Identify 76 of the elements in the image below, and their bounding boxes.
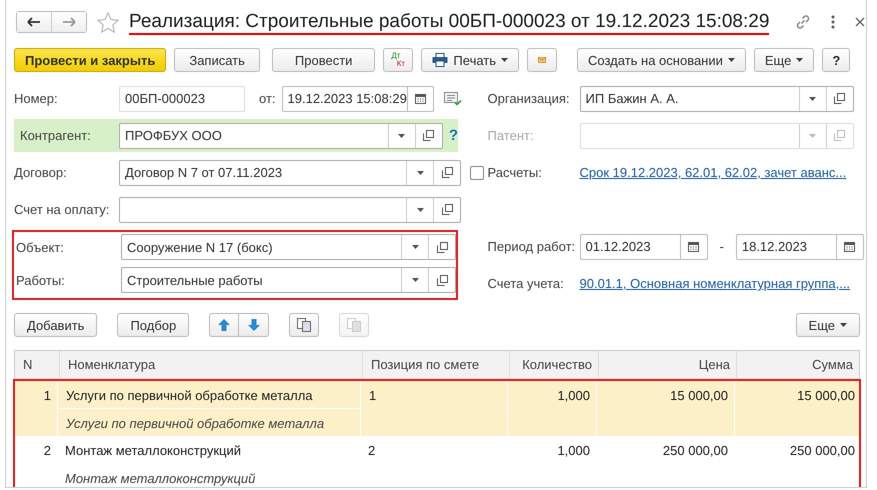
menu-button[interactable]: Создать на основании — [577, 48, 746, 72]
help-link[interactable]: ? — [448, 127, 458, 144]
table-cell: Услуги по первичной обработке металла — [57, 381, 360, 409]
field-label: Расчеты: — [488, 165, 543, 180]
move-up-icon[interactable] — [209, 313, 240, 337]
copy-icon[interactable] — [289, 313, 320, 337]
table-cell-text: 2 — [42, 442, 52, 460]
back-icon[interactable] — [17, 12, 51, 32]
select-field[interactable]: Сооружение N 17 (бокс) — [121, 234, 456, 260]
date-field[interactable]: 18.12.2023 — [736, 234, 864, 260]
toolbar-button[interactable]: Провести — [272, 48, 376, 72]
caret-icon — [840, 323, 847, 327]
select-field[interactable]: Договор N 7 от 07.11.2023 — [119, 160, 461, 186]
select-field[interactable]: ИП Бажин А. А. — [580, 86, 854, 112]
mail-icon[interactable] — [527, 48, 558, 72]
field-label: Договор: — [14, 165, 68, 180]
caret-icon — [796, 58, 804, 62]
table-cell: 15 000,00 — [596, 381, 734, 436]
select-field[interactable]: ПРОФБУХ ООО — [119, 122, 443, 148]
more-icon[interactable] — [831, 15, 836, 29]
table-cell: 1,000 — [507, 381, 596, 436]
select-field[interactable]: Строительные работы — [121, 267, 456, 293]
select-field[interactable] — [119, 196, 461, 222]
number-field[interactable]: 00БП-000023 — [119, 86, 245, 112]
post-and-close-button[interactable]: Провести и закрыть — [14, 48, 166, 72]
accounts-link[interactable]: 90.01.1, Основная номенклатурная группа,... — [580, 276, 850, 291]
table-row[interactable]: 2 Монтаж металлоконструкций Монтаж металлоконструкций 2 1,000 250 000,00 250 000,00 — [15, 436, 859, 487]
field-label: от: — [259, 91, 276, 106]
table-cell-text: Монтаж металлоконструкций — [64, 442, 242, 460]
table-cell-text: 250 000,00 — [788, 442, 856, 460]
date-field[interactable]: 01.12.2023 — [580, 234, 708, 260]
column-header[interactable]: Количество — [509, 351, 598, 378]
field-label: Организация: — [488, 91, 571, 106]
field-label: Номер: — [14, 91, 59, 106]
range-separator: - — [720, 239, 724, 254]
table-row[interactable]: 1 Услуги по первичной обработке металла Услуги по первичной обработке металла 1 1,000 15 000,00 15 000,00 — [15, 381, 859, 436]
move-down-icon[interactable] — [239, 313, 270, 337]
document-check-icon[interactable] — [444, 92, 462, 106]
table-cell-text: Монтаж металлоконструкций — [64, 470, 256, 487]
checkbox[interactable] — [470, 166, 484, 180]
toolbar-button[interactable]: Добавить — [14, 313, 98, 337]
close-icon[interactable] — [855, 17, 866, 27]
table-cell: 1 — [360, 381, 507, 436]
link-icon[interactable] — [795, 14, 812, 30]
caret-icon — [728, 58, 735, 62]
column-header[interactable]: N — [15, 351, 59, 378]
column-header[interactable]: Цена — [598, 351, 736, 378]
toolbar-button[interactable]: Записать — [174, 48, 260, 72]
toolbar-button[interactable]: Подбор — [117, 313, 190, 337]
table-cell-text: 2 — [367, 442, 376, 460]
field-label: Счет на оплату: — [14, 202, 110, 217]
column-header[interactable]: Номенклатура — [59, 351, 362, 378]
field-label: Работы: — [16, 272, 66, 288]
field-label: Счета учета: — [488, 276, 565, 291]
menu-button[interactable]: Еще — [796, 313, 860, 337]
field-label: Период работ: — [488, 239, 576, 254]
dt-kt-button[interactable]: Дт Кт — [383, 48, 414, 72]
table-cell: 15 000,00 — [734, 381, 859, 436]
table-cell: Услуги по первичной обработке металла — [57, 409, 360, 436]
caret-icon — [501, 58, 508, 62]
star-icon[interactable] — [97, 12, 119, 32]
settlements-link[interactable]: Срок 19.12.2023, 62.01, 62.02, зачет аванс... — [580, 165, 846, 180]
date-field[interactable]: 19.12.2023 15:08:29 — [282, 86, 434, 112]
table-cell-text: 250 000,00 — [662, 442, 729, 460]
field-label: Объект: — [16, 240, 65, 254]
table-cell-text: 1 — [42, 387, 52, 405]
field-label: Контрагент: — [20, 128, 92, 143]
field-label: Патент: — [488, 128, 535, 143]
printer-icon — [432, 53, 448, 67]
table-cell-text: 1,000 — [556, 442, 591, 460]
print-button[interactable]: Печать — [421, 48, 520, 72]
help-button[interactable]: ? — [822, 48, 850, 72]
window-title: Реализация: Строительные работы 00БП-000023 от 19.12.2023 15:08:29 — [129, 10, 770, 34]
menu-button[interactable]: Еще — [754, 48, 814, 72]
column-header[interactable]: Сумма — [736, 351, 859, 378]
column-header[interactable]: Позиция по смете — [362, 351, 509, 378]
